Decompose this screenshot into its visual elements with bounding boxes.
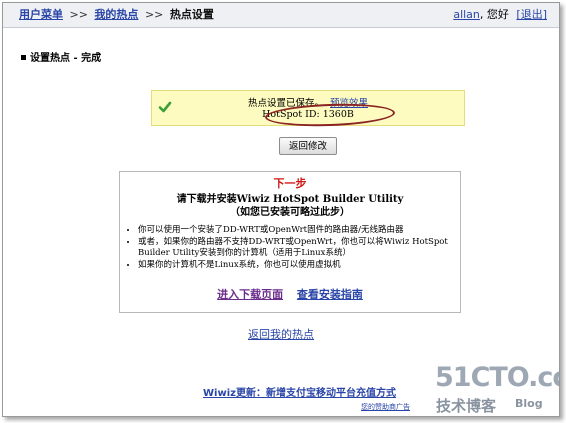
return-area: 返回我的热点	[3, 326, 559, 342]
sponsor-area: 您的赞助商广告	[361, 402, 410, 412]
greeting-text: , 您好	[479, 8, 509, 21]
install-guide-link[interactable]: 查看安装指南	[297, 288, 363, 301]
step-title: 设置热点 - 完成	[21, 49, 101, 64]
breadcrumb: 用户菜单 >> 我的热点 >> 热点设置	[19, 3, 214, 27]
option-list: 你可以使用一个安装了DD-WRT或OpenWrt固件的路由器/无线路由器 或者，…	[128, 225, 464, 271]
breadcrumb-current: 热点设置	[169, 8, 214, 21]
list-item: 或者，如果你的路由器不支持DD-WRT或OpenWrt，你也可以将Wiwiz H…	[138, 237, 464, 260]
breadcrumb-my-hotspot-link[interactable]: 我的热点	[94, 8, 138, 21]
step-title-text: 设置热点 - 完成	[30, 53, 102, 64]
skip-note: （如您已安装可略过此步）	[230, 207, 350, 218]
breadcrumb-separator: >>	[144, 8, 164, 21]
user-area: allan, 您好 [退出]	[453, 3, 547, 27]
list-item: 你可以使用一个安装了DD-WRT或OpenWrt固件的路由器/无线路由器	[138, 225, 464, 237]
breadcrumb-user-menu-link[interactable]: 用户菜单	[19, 8, 63, 21]
list-item: 如果你的计算机不是Linux系统，你也可以使用虚拟机	[138, 260, 464, 272]
top-navigation-bar: 用户菜单 >> 我的热点 >> 热点设置 allan, 您好 [退出]	[3, 3, 559, 28]
panel-links: 进入下载页面 查看安装指南	[120, 286, 460, 302]
browser-page: 用户菜单 >> 我的热点 >> 热点设置 allan, 您好 [退出] 设置热点…	[2, 2, 560, 417]
sponsor-ad-link[interactable]: 您的赞助商广告	[361, 403, 410, 411]
next-step-heading: 下一步	[273, 177, 307, 190]
next-step-panel: 下一步 请下载并安装Wiwiz HotSpot Builder Utility …	[119, 171, 461, 313]
square-bullet-icon	[21, 54, 26, 60]
update-notice: Wiwiz更新：新增支付宝移动平台充值方式	[203, 384, 396, 399]
username-link[interactable]: allan	[453, 8, 480, 21]
return-my-hotspot-link[interactable]: 返回我的热点	[248, 328, 314, 341]
breadcrumb-separator: >>	[69, 8, 88, 21]
watermark-logo: 51CTO.com	[435, 362, 559, 393]
back-to-edit-button[interactable]: 返回修改	[279, 137, 337, 155]
save-notice: 热点设置已保存。 预览效果 HotSpot ID: 1360B	[151, 90, 465, 129]
watermark-blog: Blog	[515, 397, 543, 410]
watermark-text: 技术博客	[436, 397, 497, 415]
update-link[interactable]: Wiwiz更新：新增支付宝移动平台充值方式	[203, 388, 396, 399]
download-page-link[interactable]: 进入下载页面	[217, 288, 283, 301]
logout-link[interactable]: [退出]	[516, 8, 547, 21]
